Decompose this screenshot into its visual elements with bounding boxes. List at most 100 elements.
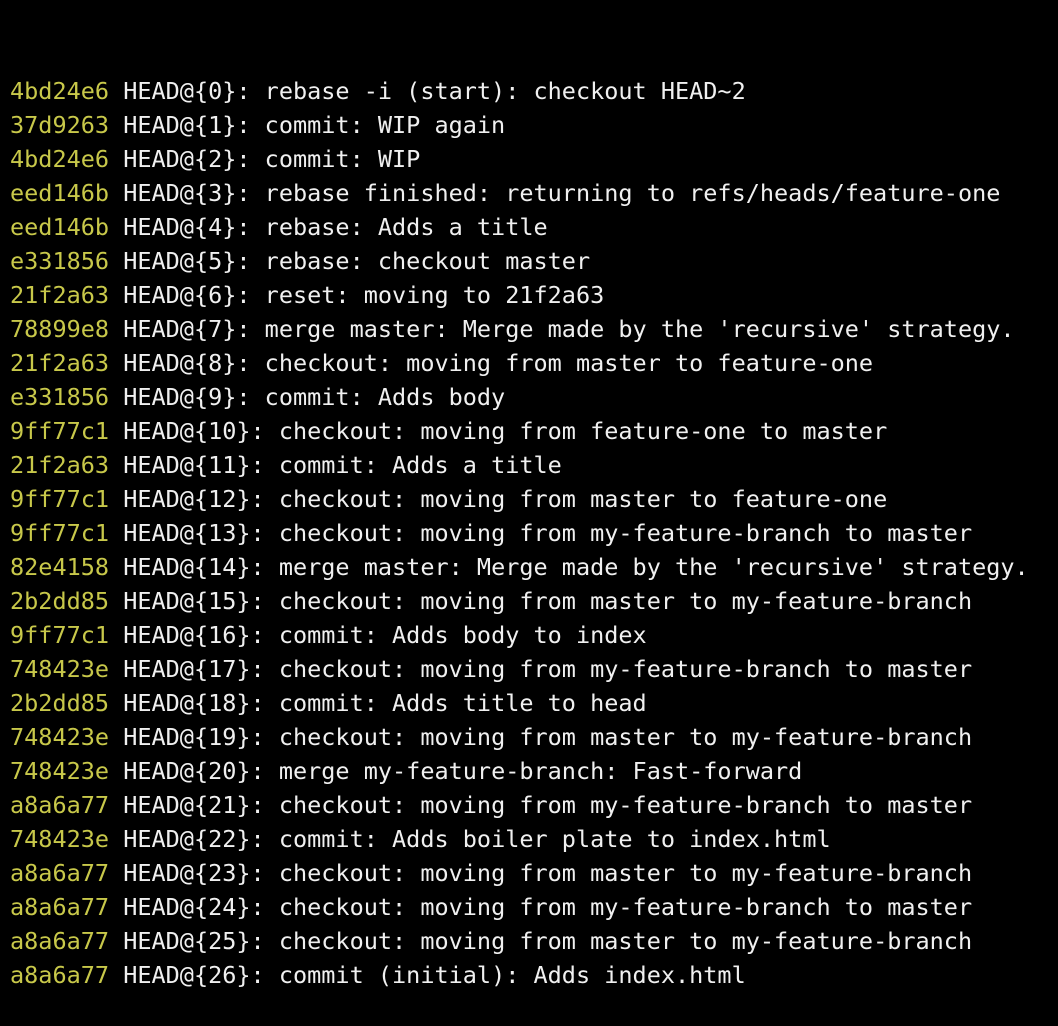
reflog-line: e331856 HEAD@{9}: commit: Adds body (10, 380, 1058, 414)
head-ref: HEAD@{10} (123, 417, 251, 445)
reflog-line: eed146b HEAD@{3}: rebase finished: retur… (10, 176, 1058, 210)
reflog-message: : checkout: moving from master to my-fea… (250, 723, 973, 751)
head-ref: HEAD@{16} (123, 621, 251, 649)
head-ref: HEAD@{20} (123, 757, 251, 785)
reflog-line: 2b2dd85 HEAD@{18}: commit: Adds title to… (10, 686, 1058, 720)
reflog-line: 9ff77c1 HEAD@{10}: checkout: moving from… (10, 414, 1058, 448)
reflog-message: : merge master: Merge made by the 'recur… (236, 315, 1015, 343)
head-ref: HEAD@{3} (123, 179, 237, 207)
terminal-output: 4bd24e6 HEAD@{0}: rebase -i (start): che… (0, 0, 1058, 989)
head-ref: HEAD@{21} (123, 791, 251, 819)
reflog-line: e331856 HEAD@{5}: rebase: checkout maste… (10, 244, 1058, 278)
reflog-line: 748423e HEAD@{22}: commit: Adds boiler p… (10, 822, 1058, 856)
reflog-line: a8a6a77 HEAD@{23}: checkout: moving from… (10, 856, 1058, 890)
commit-hash: 82e4158 (10, 553, 110, 581)
commit-hash: 748423e (10, 825, 110, 853)
reflog-message: : rebase: Adds a title (236, 213, 548, 241)
reflog-message: : merge my-feature-branch: Fast-forward (250, 757, 803, 785)
head-ref: HEAD@{9} (123, 383, 237, 411)
commit-hash: e331856 (10, 247, 110, 275)
commit-hash: 78899e8 (10, 315, 110, 343)
reflog-message: : rebase finished: returning to refs/hea… (236, 179, 1001, 207)
commit-hash: 748423e (10, 757, 110, 785)
reflog-message: : checkout: moving from my-feature-branc… (250, 655, 973, 683)
reflog-line: a8a6a77 HEAD@{25}: checkout: moving from… (10, 924, 1058, 958)
reflog-line: 82e4158 HEAD@{14}: merge master: Merge m… (10, 550, 1058, 584)
reflog-line: a8a6a77 HEAD@{21}: checkout: moving from… (10, 788, 1058, 822)
reflog-message: : checkout: moving from master to my-fea… (250, 587, 973, 615)
commit-hash: 9ff77c1 (10, 417, 110, 445)
commit-hash: 4bd24e6 (10, 77, 110, 105)
reflog-line: 2b2dd85 HEAD@{15}: checkout: moving from… (10, 584, 1058, 618)
commit-hash: 37d9263 (10, 111, 110, 139)
commit-hash: a8a6a77 (10, 927, 110, 955)
commit-hash: 2b2dd85 (10, 587, 110, 615)
commit-hash: 9ff77c1 (10, 519, 110, 547)
reflog-message: : commit: Adds body to index (250, 621, 647, 649)
head-ref: HEAD@{8} (123, 349, 237, 377)
commit-hash: e331856 (10, 383, 110, 411)
reflog-line: a8a6a77 HEAD@{24}: checkout: moving from… (10, 890, 1058, 924)
commit-hash: 21f2a63 (10, 451, 110, 479)
commit-hash: 748423e (10, 723, 110, 751)
head-ref: HEAD@{19} (123, 723, 251, 751)
commit-hash: 2b2dd85 (10, 689, 110, 717)
reflog-message: : commit: Adds title to head (250, 689, 647, 717)
commit-hash: 21f2a63 (10, 281, 110, 309)
head-ref: HEAD@{4} (123, 213, 237, 241)
head-ref: HEAD@{1} (123, 111, 237, 139)
reflog-message: : rebase -i (start): checkout HEAD~2 (236, 77, 746, 105)
head-ref: HEAD@{12} (123, 485, 251, 513)
reflog-message: : checkout: moving from feature-one to m… (250, 417, 888, 445)
reflog-message: : checkout: moving from my-feature-branc… (250, 519, 973, 547)
reflog-line: 21f2a63 HEAD@{6}: reset: moving to 21f2a… (10, 278, 1058, 312)
commit-hash: 21f2a63 (10, 349, 110, 377)
reflog-message: : checkout: moving from master to my-fea… (250, 859, 973, 887)
reflog-line: 37d9263 HEAD@{1}: commit: WIP again (10, 108, 1058, 142)
commit-hash: eed146b (10, 213, 110, 241)
commit-hash: 9ff77c1 (10, 621, 110, 649)
reflog-message: : commit: Adds body (236, 383, 506, 411)
reflog-message: : rebase: checkout master (236, 247, 591, 275)
reflog-line: 748423e HEAD@{17}: checkout: moving from… (10, 652, 1058, 686)
head-ref: HEAD@{18} (123, 689, 251, 717)
head-ref: HEAD@{14} (123, 553, 251, 581)
reflog-line: 9ff77c1 HEAD@{16}: commit: Adds body to … (10, 618, 1058, 652)
reflog-list: 4bd24e6 HEAD@{0}: rebase -i (start): che… (10, 74, 1058, 992)
head-ref: HEAD@{11} (123, 451, 251, 479)
reflog-line: 21f2a63 HEAD@{8}: checkout: moving from … (10, 346, 1058, 380)
reflog-line: 748423e HEAD@{20}: merge my-feature-bran… (10, 754, 1058, 788)
reflog-message: : checkout: moving from my-feature-branc… (250, 791, 973, 819)
commit-hash: 4bd24e6 (10, 145, 110, 173)
reflog-message: : checkout: moving from master to featur… (250, 485, 888, 513)
commit-hash: a8a6a77 (10, 961, 110, 989)
head-ref: HEAD@{22} (123, 825, 251, 853)
reflog-message: : checkout: moving from my-feature-branc… (250, 893, 973, 921)
reflog-message: : commit: WIP (236, 145, 421, 173)
head-ref: HEAD@{26} (123, 961, 251, 989)
commit-hash: 748423e (10, 655, 110, 683)
head-ref: HEAD@{15} (123, 587, 251, 615)
head-ref: HEAD@{0} (123, 77, 237, 105)
reflog-line: 9ff77c1 HEAD@{13}: checkout: moving from… (10, 516, 1058, 550)
reflog-message: : commit: Adds boiler plate to index.htm… (250, 825, 831, 853)
head-ref: HEAD@{25} (123, 927, 251, 955)
reflog-message: : commit: WIP again (236, 111, 506, 139)
head-ref: HEAD@{24} (123, 893, 251, 921)
commit-hash: 9ff77c1 (10, 485, 110, 513)
reflog-message: : reset: moving to 21f2a63 (236, 281, 605, 309)
reflog-line: 78899e8 HEAD@{7}: merge master: Merge ma… (10, 312, 1058, 346)
commit-hash: a8a6a77 (10, 859, 110, 887)
reflog-message: : commit: Adds a title (250, 451, 562, 479)
head-ref: HEAD@{23} (123, 859, 251, 887)
reflog-message: : merge master: Merge made by the 'recur… (250, 553, 1029, 581)
commit-hash: eed146b (10, 179, 110, 207)
reflog-message: : checkout: moving from master to my-fea… (250, 927, 973, 955)
head-ref: HEAD@{6} (123, 281, 237, 309)
commit-hash: a8a6a77 (10, 893, 110, 921)
reflog-line: 748423e HEAD@{19}: checkout: moving from… (10, 720, 1058, 754)
head-ref: HEAD@{13} (123, 519, 251, 547)
head-ref: HEAD@{2} (123, 145, 237, 173)
reflog-message: : commit (initial): Adds index.html (250, 961, 746, 989)
head-ref: HEAD@{7} (123, 315, 237, 343)
